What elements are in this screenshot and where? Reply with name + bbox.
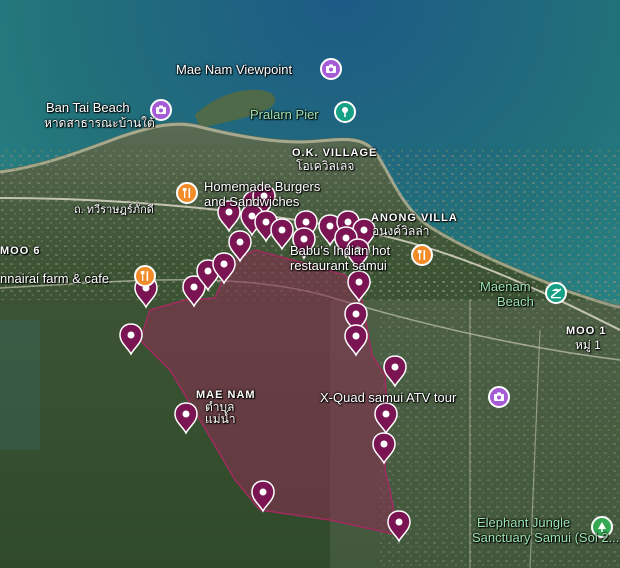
map-pin[interactable]	[372, 432, 396, 464]
map-pin[interactable]	[119, 323, 143, 355]
label-maenam-beach-line2[interactable]: Beach	[497, 295, 534, 309]
label-pralarn-pier[interactable]: Pralarn Pier	[250, 108, 319, 122]
label-babus-restaurant[interactable]: Babu's Indian hot	[290, 244, 390, 258]
satellite-map[interactable]: Mae Nam Viewpoint Ban Tai Beach หาดสาธาร…	[0, 0, 620, 568]
map-pin[interactable]	[174, 402, 198, 434]
camera-icon[interactable]	[320, 58, 342, 80]
label-moo-1: MOO 1	[566, 325, 607, 337]
label-ban-tai-beach[interactable]: Ban Tai Beach	[46, 101, 130, 115]
label-moo-1-thai: หมู่ 1	[575, 338, 601, 352]
label-anong-villa: ANONG VILLA	[371, 212, 458, 224]
label-elephant-jungle[interactable]: Elephant Jungle	[477, 516, 570, 530]
label-road: ถ. ทวีราษฎร์ภักดี	[74, 204, 154, 216]
label-elephant-jungle-line2[interactable]: Sanctuary Samui (Soi 2...	[472, 531, 619, 545]
label-ban-tai-beach-thai: หาดสาธารณะบ้านใต้	[44, 116, 155, 130]
label-ok-village: O.K. VILLAGE	[292, 147, 378, 159]
map-pin[interactable]	[387, 510, 411, 542]
label-homemade-burgers[interactable]: Homemade Burgers	[204, 180, 320, 194]
map-pin[interactable]	[344, 324, 368, 356]
label-xquad[interactable]: X-Quad samui ATV tour	[320, 391, 456, 405]
restaurant-icon[interactable]	[134, 265, 156, 287]
map-pin[interactable]	[347, 270, 371, 302]
label-mae-nam-viewpoint[interactable]: Mae Nam Viewpoint	[176, 63, 292, 77]
map-pin[interactable]	[251, 480, 275, 512]
map-pin[interactable]	[374, 402, 398, 434]
label-anong-villa-thai: อนงค์วิลล่า	[372, 224, 430, 238]
camera-icon[interactable]	[488, 386, 510, 408]
label-farm-cafe[interactable]: nnairai farm & cafe	[0, 272, 109, 286]
restaurant-icon[interactable]	[411, 244, 433, 266]
label-mae-nam-thai-line2: แม่น้ำ	[205, 412, 236, 426]
restaurant-icon[interactable]	[176, 182, 198, 204]
beach-icon[interactable]	[545, 282, 567, 304]
label-ok-village-thai: โอเควิลเลจ	[296, 159, 355, 173]
map-pin[interactable]	[383, 355, 407, 387]
label-babus-restaurant-line2[interactable]: restaurant samui	[290, 259, 387, 273]
pier-icon[interactable]	[334, 101, 356, 123]
label-moo-6: MOO 6	[0, 245, 41, 257]
label-homemade-burgers-line2[interactable]: and Sandwiches	[204, 195, 299, 209]
label-maenam-beach[interactable]: Maenam	[480, 280, 531, 294]
